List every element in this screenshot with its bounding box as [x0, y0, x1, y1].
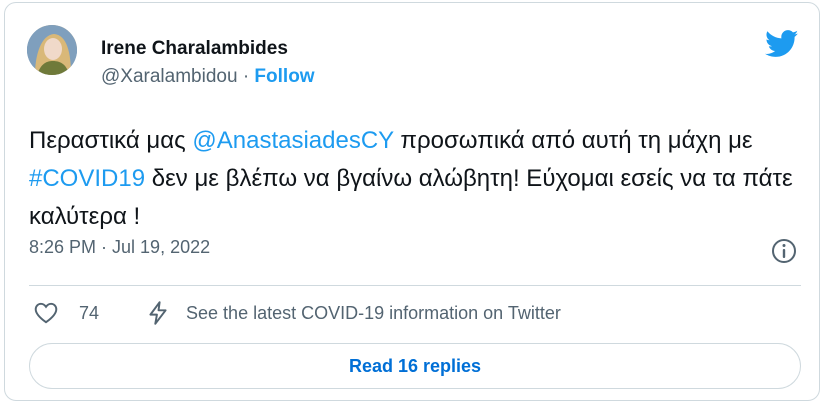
heart-icon[interactable] [33, 300, 59, 326]
tweet-card: Irene Charalambides @Xaralambidou · Foll… [4, 2, 820, 401]
separator-dot: · [242, 66, 250, 87]
lightning-bolt-icon[interactable] [145, 300, 171, 326]
read-replies-button[interactable]: Read 16 replies [29, 343, 801, 389]
handle-row: @Xaralambidou · Follow [101, 66, 315, 88]
info-icon[interactable] [769, 236, 799, 266]
covid-info-link[interactable]: See the latest COVID-19 information on T… [186, 303, 561, 324]
author-name[interactable]: Irene Charalambides [101, 38, 288, 60]
tweet-text-part: προσωπικά από αυτή τη μάχη με [393, 127, 753, 154]
mention-link[interactable]: @AnastasiadesCY [192, 127, 393, 154]
hashtag-link[interactable]: #COVID19 [29, 165, 145, 192]
like-count[interactable]: 74 [79, 303, 99, 324]
twitter-bird-icon[interactable] [765, 30, 799, 58]
tweet-text-part: Περαστικά μας [29, 127, 193, 154]
avatar[interactable] [27, 25, 77, 75]
author-handle[interactable]: @Xaralambidou [101, 66, 238, 87]
action-bar: 74 See the latest COVID-19 information o… [29, 296, 809, 330]
tweet-text: Περαστικά μας @AnastasiadesCY προσωπικά … [29, 122, 819, 236]
tweet-timestamp[interactable]: 8:26 PM · Jul 19, 2022 [29, 237, 210, 258]
divider [29, 285, 801, 286]
follow-button[interactable]: Follow [254, 66, 314, 87]
